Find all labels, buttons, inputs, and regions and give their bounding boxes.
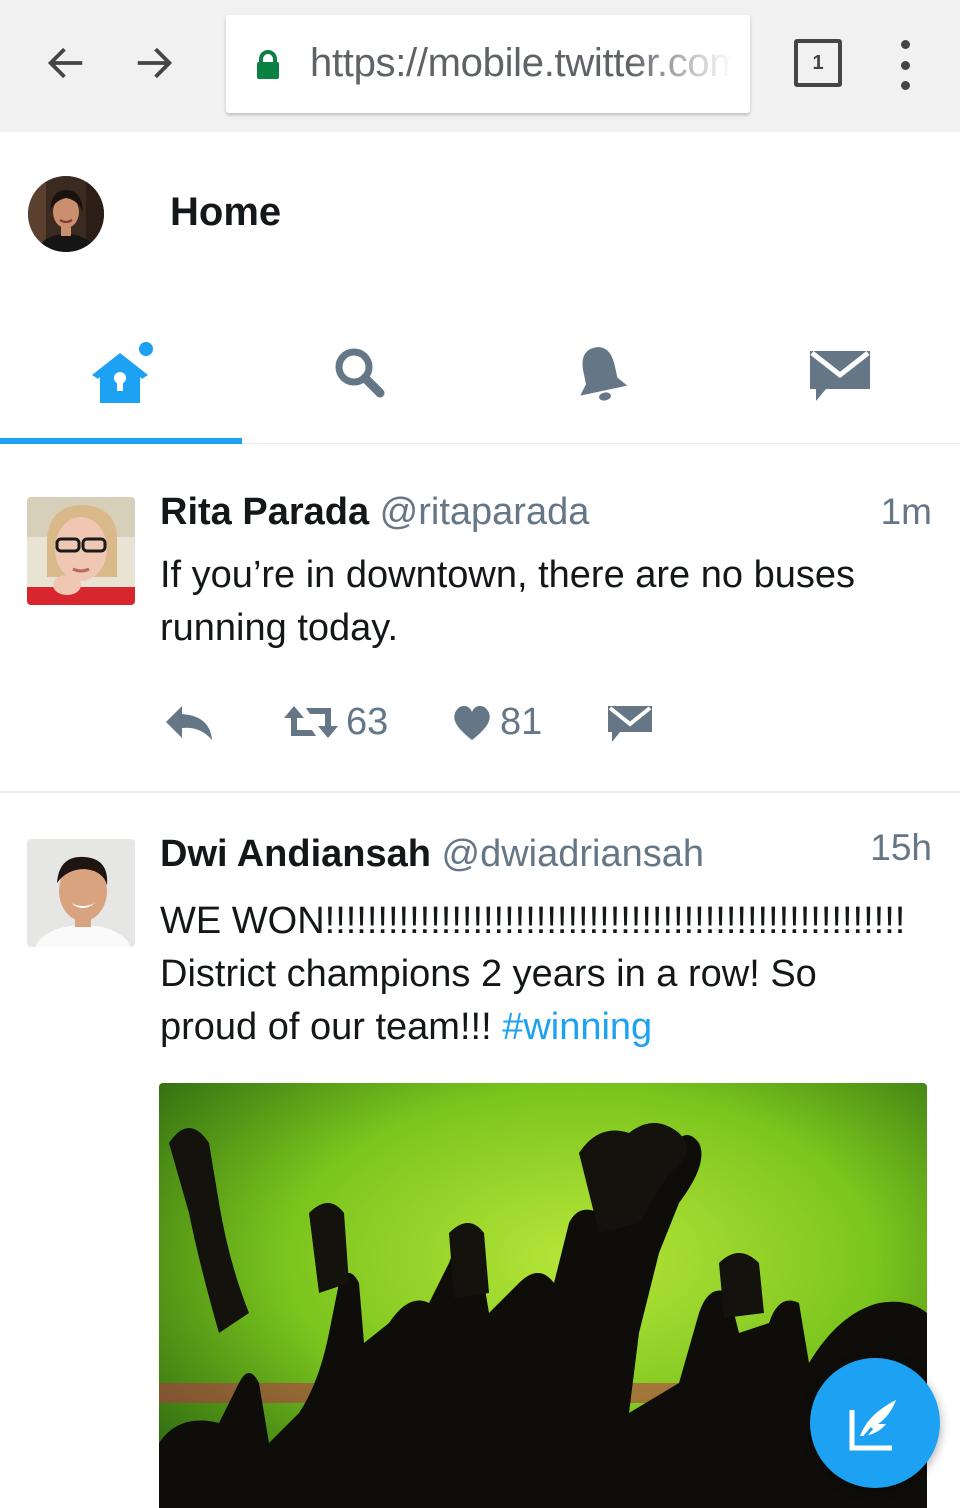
tweet-timestamp[interactable]: 1m: [881, 491, 932, 533]
home-icon: [92, 342, 153, 403]
tweet-media-photo[interactable]: [159, 1083, 927, 1508]
lock-icon: [257, 50, 279, 79]
tweet-author-name[interactable]: Rita Parada: [160, 491, 369, 533]
tab-messages[interactable]: [720, 302, 960, 444]
hashtag-link[interactable]: #winning: [502, 1006, 652, 1048]
arrow-left-icon: [47, 47, 83, 79]
retweet-icon: [284, 706, 338, 738]
heart-icon: [454, 705, 490, 740]
tab-switcher-button[interactable]: 1: [794, 39, 842, 87]
tweet[interactable]: Rita Parada @ritaparada 1m If you’re in …: [0, 445, 960, 793]
tab-notifications[interactable]: [480, 302, 720, 444]
compose-tweet-icon: [849, 1400, 896, 1451]
tweet-author-handle[interactable]: @dwiadriansah: [442, 833, 705, 875]
app-header: Home: [0, 132, 960, 302]
reply-button[interactable]: [160, 695, 218, 749]
envelope-icon: [608, 706, 652, 742]
like-count: 81: [500, 700, 543, 743]
bell-icon: [580, 347, 628, 401]
forward-button[interactable]: [130, 38, 180, 88]
tweet-author-avatar[interactable]: [27, 839, 135, 947]
crowd-cheering-photo: [159, 1083, 927, 1508]
tweet-text: If you’re in downtown, there are no buse…: [160, 554, 855, 649]
compose-tweet-button[interactable]: [810, 1358, 940, 1488]
profile-avatar[interactable]: [28, 176, 104, 252]
tweet-actions: 63 81: [160, 695, 720, 749]
tweet-author-name[interactable]: Dwi Andiansah: [160, 833, 431, 875]
browser-toolbar: https://mobile.twitter.com 1: [0, 0, 960, 132]
address-bar[interactable]: https://mobile.twitter.com: [226, 15, 750, 113]
search-icon: [335, 348, 385, 398]
envelope-icon: [810, 351, 870, 401]
tweet-author-avatar[interactable]: [27, 497, 135, 605]
tweet-header: Rita Parada @ritaparada: [160, 491, 589, 534]
tab-home[interactable]: [0, 302, 240, 444]
tweet-timestamp[interactable]: 15h: [870, 827, 932, 869]
tab-search[interactable]: [240, 302, 480, 444]
retweet-button[interactable]: 63: [282, 695, 388, 749]
more-vert-icon[interactable]: [888, 40, 922, 90]
url-fade: [630, 15, 750, 113]
tweet-header: Dwi Andiansah @dwiadriansah: [160, 833, 704, 876]
tweet-text: WE WON!!!!!!!!!!!!!!!!!!!!!!!!!!!!!!!!!!…: [160, 895, 920, 1054]
direct-message-button[interactable]: [606, 695, 654, 749]
page-title: Home: [170, 190, 282, 234]
active-tab-indicator: [0, 438, 242, 444]
tab-bar: [0, 302, 960, 444]
like-button[interactable]: 81: [450, 695, 542, 749]
tweet-author-handle[interactable]: @ritaparada: [380, 491, 590, 533]
reply-icon: [166, 706, 212, 740]
back-button[interactable]: [40, 38, 90, 88]
arrow-right-icon: [137, 47, 173, 79]
retweet-count: 63: [346, 700, 389, 743]
